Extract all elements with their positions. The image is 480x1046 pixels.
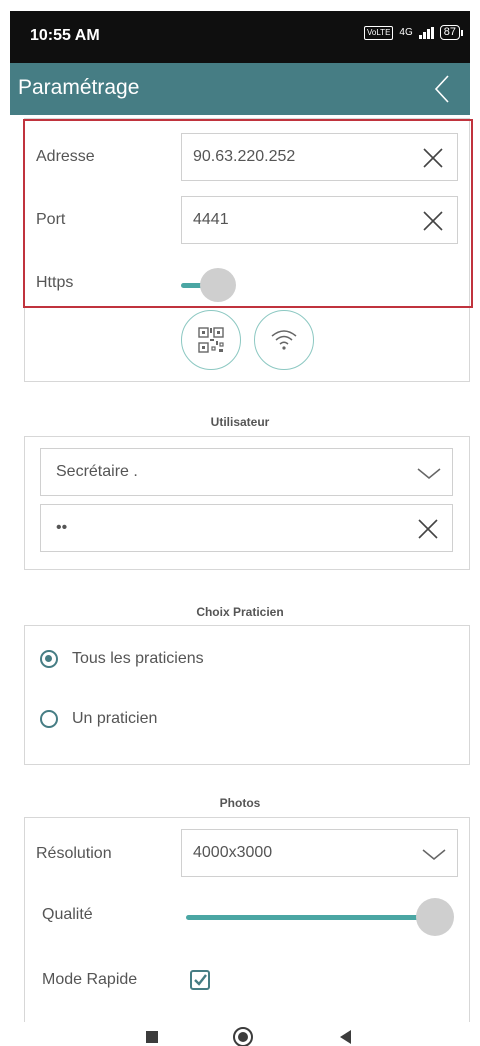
resolution-value: 4000x3000 [193,844,273,861]
system-nav-bar [0,1022,480,1046]
slider-track [186,915,436,920]
fast-mode-label: Mode Rapide [42,971,138,988]
qr-code-icon [198,327,224,353]
wifi-scan-button[interactable] [254,310,314,370]
signal-icon [418,26,434,39]
recent-apps-button[interactable] [146,1031,158,1043]
port-label: Port [36,211,66,228]
resolution-select[interactable]: 4000x3000 [181,829,458,877]
https-toggle[interactable] [181,268,237,302]
practitioner-panel [24,625,470,765]
password-field[interactable]: •• [40,504,453,552]
radio-all-label: Tous les praticiens [72,650,204,667]
radio-one-label: Un praticien [72,710,158,727]
clear-port-icon[interactable] [421,209,445,233]
home-button[interactable] [233,1027,253,1046]
battery-icon: 87 [439,25,464,40]
network-type: 4G [399,27,413,38]
radio-unchecked-icon [40,710,58,728]
address-field[interactable]: 90.63.220.252 [181,133,458,181]
wifi-icon [271,330,297,350]
radio-one-practitioner[interactable]: Un praticien [40,710,157,728]
quality-slider[interactable] [186,896,454,936]
status-icons: VoLTE 4G 87 [363,25,464,40]
chevron-down-icon [422,849,446,860]
photos-section-title: Photos [219,796,261,810]
volte-icon: VoLTE [363,25,394,40]
chevron-down-icon [417,468,441,479]
address-label: Adresse [36,148,95,165]
back-button[interactable] [428,73,460,105]
port-field[interactable]: 4441 [181,196,458,244]
status-time: 10:55 AM [30,27,100,44]
address-value: 90.63.220.252 [193,148,296,165]
system-back-button[interactable] [340,1030,351,1044]
password-value: •• [56,519,68,536]
radio-all-practitioners[interactable]: Tous les praticiens [40,650,204,668]
practitioner-section-title: Choix Praticien [196,605,284,619]
radio-checked-icon [40,650,58,668]
app-bar: Paramétrage [10,63,470,115]
toggle-knob [200,268,236,302]
clear-password-icon[interactable] [416,517,440,541]
status-bar: 10:55 AM VoLTE 4G 87 [10,11,470,63]
selected-user: Secrétaire . [56,463,138,480]
https-label: Https [36,274,74,291]
user-select[interactable]: Secrétaire . [40,448,453,496]
clear-address-icon[interactable] [421,146,445,170]
page-title: Paramétrage [18,76,140,99]
checkmark-icon [194,974,207,986]
qr-scan-button[interactable] [181,310,241,370]
resolution-label: Résolution [36,845,112,862]
port-value: 4441 [193,211,229,228]
chevron-left-icon [434,75,449,103]
fast-mode-checkbox[interactable] [190,970,210,990]
user-section-title: Utilisateur [210,415,270,429]
slider-knob[interactable] [416,898,454,936]
quality-label: Qualité [42,906,93,923]
